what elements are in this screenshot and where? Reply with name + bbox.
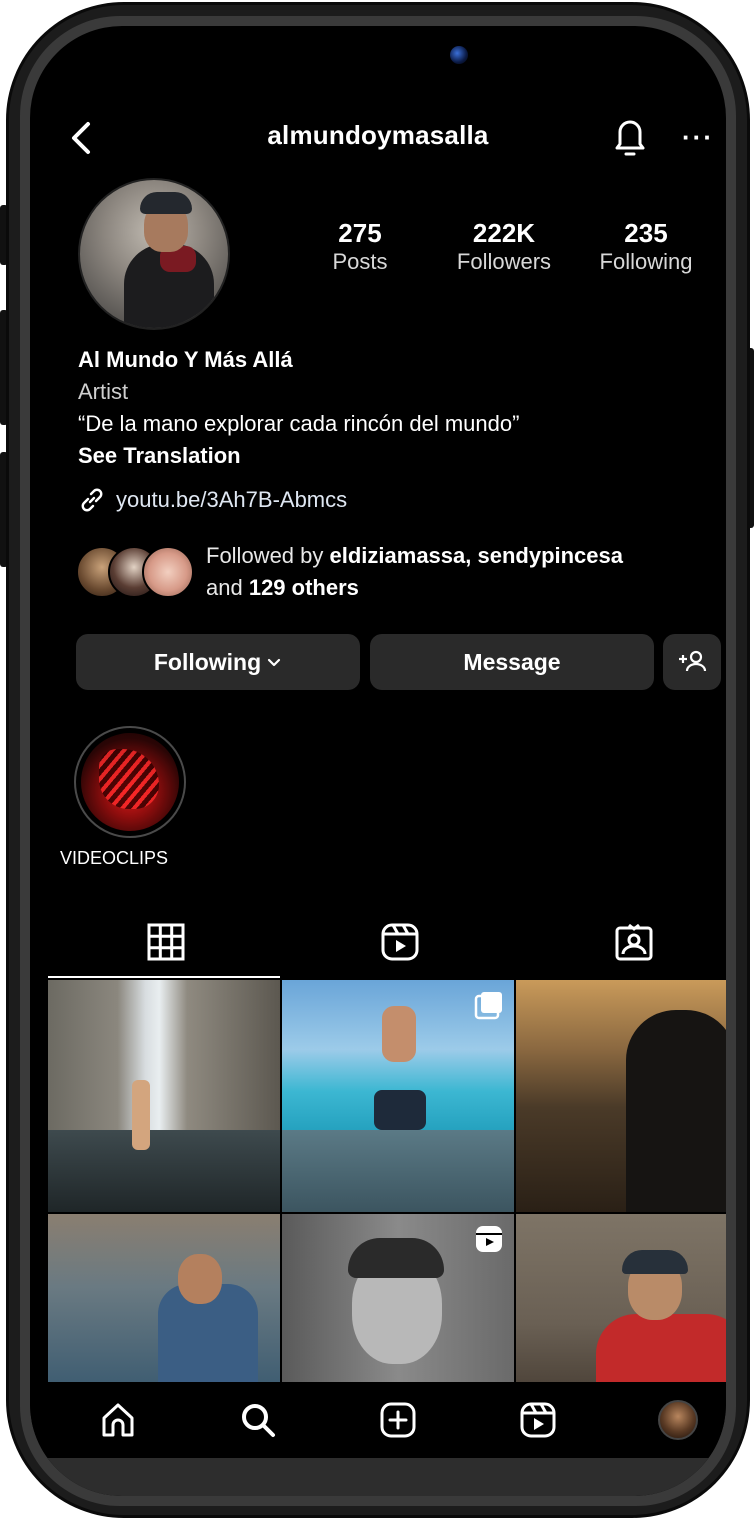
nav-search[interactable] — [236, 1398, 280, 1442]
followed-by-prefix: Followed by — [206, 543, 330, 568]
followed-by-and: and — [206, 575, 249, 600]
reel-badge-icon — [476, 1226, 502, 1252]
front-camera — [450, 46, 468, 64]
phone-screen: almundoymasalla ··· 275 Posts 222K Follo… — [30, 26, 726, 1496]
nav-reels[interactable] — [516, 1398, 560, 1442]
stat-followers[interactable]: 222K Followers — [442, 218, 566, 276]
home-icon — [102, 1403, 134, 1437]
post-thumbnail[interactable] — [48, 1214, 280, 1396]
followed-by-text: Followed by eldiziamassa, sendypincesa a… — [206, 540, 706, 604]
create-post-icon — [380, 1402, 416, 1438]
add-user-icon — [679, 650, 707, 672]
stat-posts[interactable]: 275 Posts — [320, 218, 400, 276]
stat-value: 235 — [624, 218, 668, 248]
bell-icon[interactable] — [612, 114, 648, 158]
chevron-down-icon — [268, 658, 281, 667]
tagged-icon[interactable] — [614, 922, 654, 962]
highlight-label: VIDEOCLIPS — [60, 848, 169, 868]
more-options-icon[interactable]: ··· — [682, 124, 714, 150]
stat-label: Followers — [456, 249, 552, 274]
stat-label: Following — [599, 249, 693, 274]
followed-by-users: eldiziamassa, sendypincesa — [329, 543, 624, 568]
stat-following[interactable]: 235 Following — [586, 218, 706, 276]
carousel-icon — [474, 992, 502, 1020]
nav-profile[interactable] — [656, 1398, 700, 1442]
profile-avatar-small — [658, 1400, 698, 1440]
reels-tab-icon[interactable] — [380, 922, 420, 962]
posts-grid — [48, 980, 726, 1396]
message-button-label: Message — [463, 648, 561, 675]
follower-avatar — [142, 546, 194, 598]
grid-icon[interactable] — [146, 922, 186, 962]
bio-text: “De la mano explorar cada rincón del mun… — [78, 411, 520, 436]
nav-home[interactable] — [96, 1398, 140, 1442]
profile-category: Artist — [78, 379, 129, 404]
profile-bio: Al Mundo Y Más Allá Artist “De la mano e… — [78, 344, 698, 516]
profile-display-name: Al Mundo Y Más Allá — [78, 347, 293, 372]
post-thumbnail[interactable] — [516, 1214, 726, 1396]
suggested-users-button[interactable] — [663, 634, 721, 690]
home-indicator-area — [30, 1458, 726, 1496]
highlight-videoclips[interactable] — [74, 726, 186, 838]
followed-by-row[interactable]: Followed by eldiziamassa, sendypincesa a… — [76, 540, 706, 610]
link-icon — [81, 488, 103, 512]
followed-by-others: 129 others — [248, 575, 359, 600]
bottom-navigation — [30, 1382, 726, 1458]
stat-value: 222K — [472, 218, 536, 248]
profile-link-text: youtu.be/3Ah7B-Abmcs — [116, 487, 348, 512]
see-translation-link[interactable]: See Translation — [78, 440, 698, 472]
post-thumbnail[interactable] — [516, 980, 726, 1212]
profile-header: almundoymasalla ··· — [30, 112, 726, 162]
search-icon — [242, 1404, 275, 1437]
active-tab-indicator — [48, 976, 280, 978]
stat-value: 275 — [338, 218, 382, 248]
post-thumbnail[interactable] — [282, 1214, 514, 1396]
profile-link[interactable]: youtu.be/3Ah7B-Abmcs — [78, 484, 698, 516]
message-button[interactable]: Message — [370, 634, 654, 690]
post-thumbnail[interactable] — [48, 980, 280, 1212]
following-button[interactable]: Following — [76, 634, 360, 690]
nav-create[interactable] — [376, 1398, 420, 1442]
following-button-label: Following — [153, 648, 262, 675]
highlight-cover — [81, 733, 179, 831]
reels-icon — [520, 1402, 556, 1438]
post-thumbnail[interactable] — [282, 980, 514, 1212]
stat-label: Posts — [332, 249, 388, 274]
profile-avatar[interactable] — [78, 178, 230, 330]
